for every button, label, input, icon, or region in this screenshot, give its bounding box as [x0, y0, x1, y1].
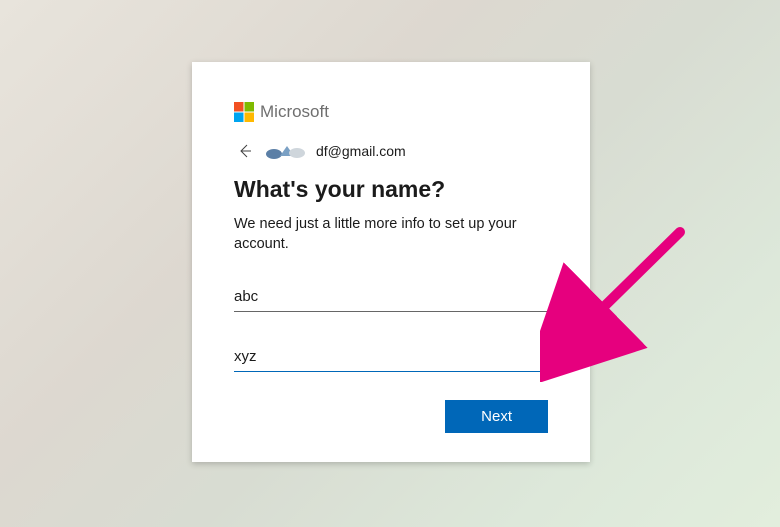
last-name-input[interactable] [234, 342, 548, 372]
microsoft-logo-icon [234, 102, 254, 122]
first-name-input[interactable] [234, 282, 548, 312]
signup-card: Microsoft df@gmail.com What's your name?… [192, 62, 590, 462]
brand-name: Microsoft [260, 102, 329, 122]
page-title: What's your name? [234, 176, 548, 203]
actions-row: Next [234, 400, 548, 433]
obscured-avatar-icon [266, 143, 306, 159]
identity-row: df@gmail.com [234, 140, 548, 162]
next-button[interactable]: Next [445, 400, 548, 433]
back-button[interactable] [234, 140, 256, 162]
arrow-left-icon [237, 143, 253, 159]
account-email: df@gmail.com [316, 143, 406, 159]
brand-row: Microsoft [234, 102, 548, 122]
page-subtext: We need just a little more info to set u… [234, 215, 548, 254]
